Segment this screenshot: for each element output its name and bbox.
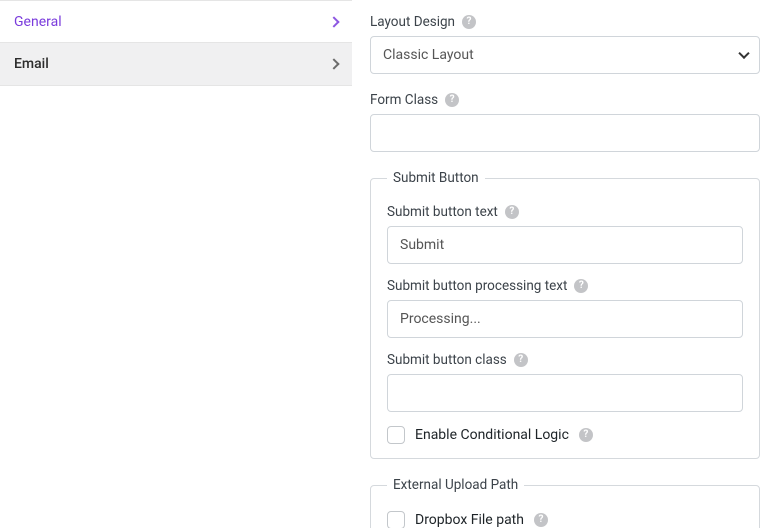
- field-label: Submit button processing text ?: [387, 278, 743, 294]
- field-submit-class: Submit button class ?: [387, 352, 743, 412]
- help-icon[interactable]: ?: [534, 513, 548, 527]
- checkbox-label: Enable Conditional Logic: [415, 427, 569, 443]
- field-label: Submit button text ?: [387, 204, 743, 220]
- help-icon[interactable]: ?: [462, 15, 476, 29]
- field-label: Submit button class ?: [387, 352, 743, 368]
- help-icon[interactable]: ?: [445, 93, 459, 107]
- help-icon[interactable]: ?: [514, 353, 528, 367]
- checkbox-label: Dropbox File path: [415, 512, 524, 528]
- sidebar-item-label: General: [14, 14, 62, 30]
- group-legend: External Upload Path: [387, 477, 524, 493]
- sidebar-item-email[interactable]: Email: [0, 43, 352, 86]
- external-upload-group: External Upload Path Dropbox File path ?…: [370, 477, 760, 528]
- select-wrap: Classic Layout: [370, 36, 760, 74]
- field-conditional-logic: Enable Conditional Logic ?: [387, 426, 743, 444]
- submit-processing-input[interactable]: [387, 300, 743, 338]
- settings-main: Layout Design ? Classic Layout Form Clas…: [352, 0, 770, 528]
- field-layout-design: Layout Design ? Classic Layout: [370, 14, 760, 74]
- group-legend: Submit Button: [387, 170, 485, 186]
- field-submit-processing: Submit button processing text ?: [387, 278, 743, 338]
- label-text: Submit button text: [387, 204, 498, 220]
- submit-button-group: Submit Button Submit button text ? Submi…: [370, 170, 760, 459]
- field-label: Layout Design ?: [370, 14, 760, 30]
- label-text: Layout Design: [370, 14, 455, 30]
- submit-text-input[interactable]: [387, 226, 743, 264]
- field-label: Form Class ?: [370, 92, 760, 108]
- sidebar-item-general[interactable]: General: [0, 0, 352, 43]
- dropbox-checkbox[interactable]: [387, 511, 405, 528]
- form-class-input[interactable]: [370, 114, 760, 152]
- sidebar-item-label: Email: [14, 56, 49, 72]
- label-text: Submit button processing text: [387, 278, 567, 294]
- layout-design-select[interactable]: Classic Layout: [370, 36, 760, 74]
- chevron-right-icon: [328, 16, 339, 27]
- field-dropbox-path: Dropbox File path ?: [387, 511, 743, 528]
- field-submit-text: Submit button text ?: [387, 204, 743, 264]
- help-icon[interactable]: ?: [574, 279, 588, 293]
- label-text: Form Class: [370, 92, 438, 108]
- submit-class-input[interactable]: [387, 374, 743, 412]
- label-text: Submit button class: [387, 352, 507, 368]
- help-icon[interactable]: ?: [579, 428, 593, 442]
- settings-sidebar: General Email: [0, 0, 352, 528]
- conditional-logic-checkbox[interactable]: [387, 426, 405, 444]
- help-icon[interactable]: ?: [505, 205, 519, 219]
- field-form-class: Form Class ?: [370, 92, 760, 152]
- chevron-right-icon: [328, 58, 339, 69]
